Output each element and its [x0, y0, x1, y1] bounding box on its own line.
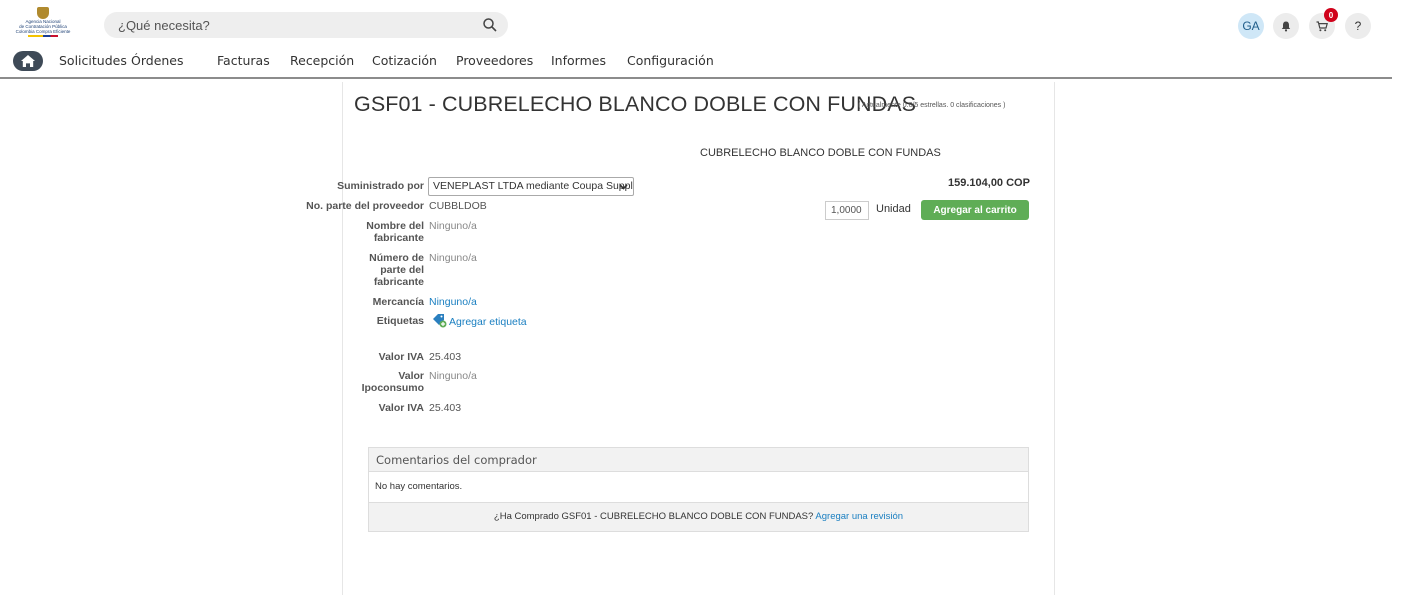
help-button[interactable]: ?	[1345, 13, 1371, 39]
buyer-comments-panel: Comentarios del comprador No hay comenta…	[368, 447, 1029, 532]
nav-informes[interactable]: Informes	[551, 53, 606, 68]
add-to-cart-button[interactable]: Agregar al carrito	[921, 200, 1029, 220]
flag-stripe	[28, 35, 58, 37]
main-nav: Solicitudes Órdenes Facturas Recepción C…	[0, 49, 1392, 79]
supplier-select[interactable]: VENEPLAST LTDA mediante Coupa Suppli	[428, 177, 634, 196]
add-tag-link[interactable]: Agregar etiqueta	[449, 316, 527, 328]
comments-empty-text: No hay comentarios.	[375, 481, 463, 492]
comments-title: Comentarios del comprador	[376, 453, 537, 467]
home-button[interactable]	[13, 51, 43, 71]
nav-cotizacion[interactable]: Cotización	[372, 53, 437, 68]
nav-proveedores[interactable]: Proveedores	[456, 53, 533, 68]
add-tag-icon[interactable]	[432, 313, 447, 328]
iva-label: Valor IVA	[378, 351, 424, 363]
iva-value: 25.403	[429, 351, 462, 363]
unit-label: Unidad	[876, 203, 911, 215]
search-input[interactable]	[114, 12, 474, 38]
ipoconsumo-label: Valor Ipoconsumo	[361, 370, 424, 394]
cart-count-badge: 0	[1324, 8, 1338, 22]
manufacturer-label: Nombre del fabricante	[366, 220, 424, 244]
comments-footer: ¿Ha Comprado GSF01 - CUBRELECHO BLANCO D…	[369, 502, 1028, 531]
product-price: 159.104,00 COP	[948, 177, 1030, 189]
nav-ordenes[interactable]: Órdenes	[131, 53, 184, 68]
chevron-down-icon	[619, 184, 628, 190]
coat-of-arms-icon	[37, 7, 49, 19]
ipoconsumo-value: Ninguno/a	[429, 370, 477, 382]
nav-solicitudes[interactable]: Solicitudes	[59, 53, 127, 68]
part-no-value: CUBBLDOB	[429, 200, 487, 212]
cart-icon	[1316, 20, 1328, 31]
nav-configuracion[interactable]: Configuración	[627, 53, 714, 68]
quantity-input[interactable]	[825, 201, 869, 220]
nav-recepcion[interactable]: Recepción	[290, 53, 354, 68]
supplied-by-label: Suministrado por	[337, 180, 424, 192]
part-no-label: No. parte del proveedor	[306, 200, 424, 212]
review-question: ¿Ha Comprado GSF01 - CUBRELECHO BLANCO D…	[493, 511, 814, 522]
tags-label: Etiquetas	[376, 315, 424, 327]
logo-line-3: Colombia Compra Eficiente	[15, 29, 71, 34]
supplier-select-value: VENEPLAST LTDA mediante Coupa Suppli	[433, 180, 634, 192]
cart-button[interactable]: 0	[1309, 8, 1338, 39]
commodity-label: Mercancía	[372, 296, 424, 308]
product-description: CUBRELECHO BLANCO DOBLE CON FUNDAS	[700, 147, 941, 159]
mfr-part-value: Ninguno/a	[429, 252, 477, 264]
nav-facturas[interactable]: Facturas	[217, 53, 270, 68]
product-rating: ( Actualmente 0.0/5 estrellas. 0 clasifi…	[858, 102, 1006, 109]
home-icon	[21, 55, 35, 67]
notifications-button[interactable]	[1273, 13, 1299, 39]
bell-icon	[1281, 21, 1291, 31]
review-prompt: ¿Ha Comprado GSF01 - CUBRELECHO BLANCO D…	[494, 511, 903, 522]
user-avatar[interactable]: GA	[1238, 13, 1264, 39]
mfr-part-label: Número de parte del fabricante	[369, 252, 424, 288]
commodity-value[interactable]: Ninguno/a	[429, 296, 477, 308]
agency-logo[interactable]: Agencia Nacional de Contratación Pública…	[4, 7, 82, 37]
top-bar: Agencia Nacional de Contratación Pública…	[0, 0, 1424, 46]
iva-label-2: Valor IVA	[378, 402, 424, 414]
iva-value-2: 25.403	[429, 402, 462, 414]
search-icon[interactable]	[482, 17, 498, 33]
product-title: GSF01 - CUBRELECHO BLANCO DOBLE CON FUND…	[354, 92, 917, 116]
search-bar	[104, 12, 508, 38]
comments-header: Comentarios del comprador	[369, 448, 1028, 472]
add-review-link[interactable]: Agregar una revisión	[815, 511, 903, 522]
manufacturer-value: Ninguno/a	[429, 220, 477, 232]
